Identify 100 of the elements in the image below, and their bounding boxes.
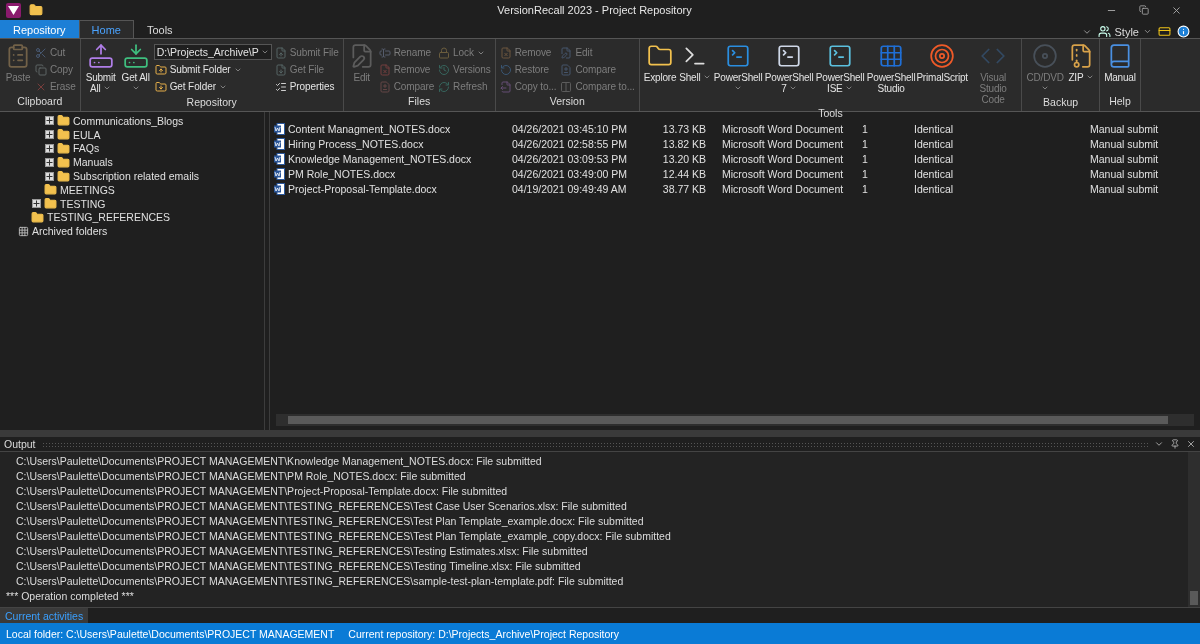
file-name-cell[interactable]: Project-Proposal-Template.docx (274, 182, 512, 195)
folder-icon (57, 114, 70, 128)
file-remove-icon (499, 46, 512, 59)
file-download-icon (274, 63, 287, 76)
table-cell-text: Manual submit (1090, 122, 1160, 135)
table-cell-text: 04/26/2021 03:09:53 PM (512, 152, 628, 165)
log-line: C:\Users\Paulette\Documents\PROJECT MANAGEMENT\TESTING_REFERENCES\sample-test-plan-template.pdf: File submitted (15, 573, 625, 588)
log-line: C:\Users\Paulette\Documents\PROJECT MANAGEMENT\TESTING_REFERENCES\Test Plan Template_example_copy.docx: File submitted (15, 528, 672, 543)
vertical-scrollbar[interactable] (1188, 452, 1200, 607)
info-icon[interactable] (1177, 25, 1190, 38)
folder-icon (31, 210, 44, 224)
tree-item[interactable]: FAQs (73, 142, 100, 155)
card-icon[interactable] (1158, 25, 1171, 38)
restore-icon[interactable] (1139, 4, 1149, 15)
group-label: Version (548, 95, 586, 109)
ribbon-button[interactable]: Get Folder (153, 78, 272, 95)
horizontal-scrollbar[interactable] (276, 414, 1194, 426)
ribbon-button[interactable]: Submit Folder (153, 61, 272, 78)
table-cell-text: Manual submit (1090, 167, 1160, 180)
caret-icon (103, 84, 112, 92)
table-cell-text: Microsoft Word Document (722, 182, 845, 195)
ribbon-button[interactable]: ZIP (1066, 41, 1097, 85)
file-name-cell[interactable]: Knowledge Management_NOTES.docx (274, 152, 512, 165)
drive-upload-icon (87, 43, 114, 69)
table-cell-text: Microsoft Word Document (722, 137, 845, 150)
caret-icon (703, 73, 712, 81)
copy-icon (35, 63, 47, 76)
ribbon-button[interactable]: Properties (273, 78, 340, 95)
clipboard-icon (5, 43, 31, 69)
group-label: Tools (817, 107, 844, 119)
file-name-cell[interactable]: Hiring Process_NOTES.docx (274, 137, 512, 150)
expand-icon[interactable] (45, 157, 54, 167)
ribbon-button[interactable]: Shell (678, 41, 713, 85)
ribbon-button[interactable]: PowerShell (713, 41, 764, 96)
tree-item[interactable]: Archived folders (32, 225, 108, 238)
table-cell-text: 13.73 KB (661, 122, 707, 135)
table-cell-text: 04/26/2021 03:45:10 PM (512, 122, 628, 135)
word-document-icon (274, 137, 285, 150)
tree-item[interactable]: Communications_Blogs (73, 114, 184, 127)
close-icon[interactable] (1171, 4, 1182, 16)
table-cell-text: 13.20 KB (661, 152, 707, 165)
pin-icon[interactable] (1170, 439, 1180, 449)
refresh-icon (438, 80, 451, 93)
word-document-icon (274, 167, 285, 180)
log-line: C:\Users\Paulette\Documents\PROJECT MANAGEMENT\TESTING_REFERENCES\Testing Timeline.xlsx: File submitted (15, 558, 582, 573)
table-cell-text: Microsoft Word Document (722, 167, 845, 180)
disc-icon (1032, 43, 1059, 69)
table-cell-text: 04/19/2021 09:49:49 AM (512, 182, 628, 195)
ribbon-button[interactable]: PowerShell 7 (764, 41, 815, 96)
expand-icon[interactable] (45, 171, 54, 181)
ribbon-button[interactable]: PowerShell ISE (815, 41, 866, 96)
expand-icon[interactable] (32, 199, 41, 209)
status-text: Local folder: C:\Users\Paulette\Documents\PROJECT MANAGEMENT (6, 627, 335, 640)
caret-icon[interactable] (1154, 439, 1164, 449)
text-cursor-icon (378, 46, 391, 59)
group-label: Files (407, 95, 432, 109)
style-menu[interactable]: Style (1097, 25, 1152, 38)
file-name-cell[interactable]: Content Managment_NOTES.docx (274, 122, 512, 135)
expand-icon[interactable] (45, 116, 54, 126)
ribbon-button[interactable]: Explore (642, 41, 678, 85)
tree-item[interactable]: MEETINGS (60, 183, 115, 196)
table-cell-text: 1 (862, 182, 869, 195)
caret-icon (1143, 27, 1152, 36)
table-cell-text: 1 (862, 167, 869, 180)
group-label: Help (1108, 95, 1132, 109)
people-icon (1097, 25, 1111, 38)
table-cell-text: 1 (862, 137, 869, 150)
table-cell-text: Identical (914, 137, 955, 150)
table-cell-text: Manual submit (1090, 182, 1160, 195)
close-icon[interactable] (1186, 439, 1196, 449)
ribbon-button[interactable]: PrimalScript (917, 41, 968, 85)
list-check-icon (274, 80, 287, 93)
tree-item[interactable]: Manuals (73, 156, 113, 169)
terminal-icon (827, 43, 854, 69)
terminal-icon (725, 43, 752, 69)
tree-item[interactable]: TESTING_REFERENCES (47, 211, 171, 224)
ribbon-tab[interactable]: Tools (133, 20, 186, 38)
ribbon-button[interactable]: Manual (1103, 41, 1137, 85)
caret-icon (734, 84, 743, 92)
expand-icon[interactable] (45, 144, 54, 153)
tree-item[interactable]: TESTING (60, 197, 106, 210)
grid-icon (878, 43, 905, 69)
ribbon-button[interactable]: Submit All (83, 41, 118, 96)
path-dropdown[interactable]: D:\Projects_Archive\P (153, 44, 272, 60)
ribbon-button[interactable]: PowerShell Studio (866, 41, 917, 96)
ribbon-tab[interactable]: Home (78, 20, 134, 38)
file-name-cell[interactable]: PM Role_NOTES.docx (274, 167, 512, 180)
caret-icon (131, 84, 140, 92)
log-line: C:\Users\Paulette\Documents\PROJECT MANAGEMENT\Project-Proposal-Template.docx: File submitted (15, 483, 509, 498)
lock-icon (438, 46, 451, 59)
expand-icon[interactable] (45, 130, 54, 140)
window-title: VersionRecall 2023 - Project Repository (496, 4, 693, 16)
folder-icon[interactable] (29, 3, 43, 17)
scissors-icon (35, 46, 47, 59)
ribbon-button[interactable]: Get All (118, 41, 153, 96)
ribbon-tab[interactable]: Repository (0, 20, 79, 38)
word-document-icon (274, 182, 285, 195)
panel-tab[interactable]: Current activities (0, 607, 89, 624)
tree-item[interactable]: EULA (73, 128, 101, 141)
tree-item[interactable]: Subscription related emails (73, 170, 200, 183)
